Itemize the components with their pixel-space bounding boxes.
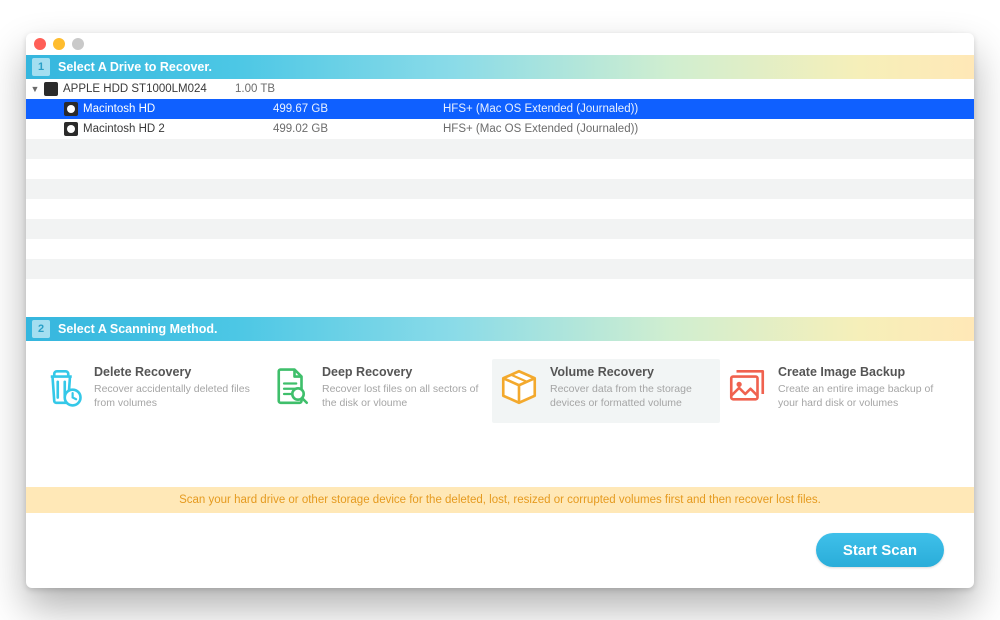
- method-desc: Recover lost files on all sectors of the…: [322, 382, 482, 410]
- volume-name: Macintosh HD 2: [83, 123, 273, 135]
- step-2-badge: 2: [32, 320, 50, 338]
- empty-row: [26, 279, 974, 299]
- empty-row: [26, 159, 974, 179]
- empty-row: [26, 259, 974, 279]
- footer: Start Scan: [26, 513, 974, 588]
- section2-title: Select A Scanning Method.: [58, 322, 218, 336]
- method-title: Deep Recovery: [322, 365, 482, 379]
- box-icon: [498, 366, 540, 408]
- step-1-badge: 1: [32, 58, 50, 76]
- hint-bar: Scan your hard drive or other storage de…: [26, 487, 974, 513]
- device-size: 1.00 TB: [235, 83, 405, 95]
- scan-methods: Delete Recovery Recover accidentally del…: [26, 341, 974, 433]
- empty-row: [26, 199, 974, 219]
- method-desc: Recover accidentally deleted files from …: [94, 382, 254, 410]
- empty-row: [26, 219, 974, 239]
- method-volume-recovery[interactable]: Volume Recovery Recover data from the st…: [492, 359, 720, 423]
- volume-size: 499.67 GB: [273, 103, 443, 115]
- volume-fs: HFS+ (Mac OS Extended (Journaled)): [443, 103, 974, 115]
- empty-row: [26, 239, 974, 259]
- method-title: Volume Recovery: [550, 365, 710, 379]
- method-title: Delete Recovery: [94, 365, 254, 379]
- device-name: APPLE HDD ST1000LM024: [63, 83, 235, 95]
- method-create-image-backup[interactable]: Create Image Backup Create an entire ima…: [720, 359, 948, 423]
- disclosure-triangle-icon[interactable]: ▼: [26, 84, 44, 94]
- document-search-icon: [270, 366, 312, 408]
- zoom-icon[interactable]: [72, 38, 84, 50]
- section1-title: Select A Drive to Recover.: [58, 60, 212, 74]
- method-deep-recovery[interactable]: Deep Recovery Recover lost files on all …: [264, 359, 492, 423]
- titlebar: [26, 33, 974, 55]
- device-row[interactable]: ▼ APPLE HDD ST1000LM024 1.00 TB: [26, 79, 974, 99]
- close-icon[interactable]: [34, 38, 46, 50]
- trash-clock-icon: [42, 366, 84, 408]
- hdd-icon: [44, 82, 58, 96]
- app-window: 1 Select A Drive to Recover. ▼ APPLE HDD…: [26, 33, 974, 588]
- empty-row: [26, 179, 974, 199]
- empty-row: [26, 139, 974, 159]
- start-scan-button[interactable]: Start Scan: [816, 533, 944, 567]
- volume-icon: [64, 102, 78, 116]
- volume-row-1[interactable]: Macintosh HD 499.67 GB HFS+ (Mac OS Exte…: [26, 99, 974, 119]
- minimize-icon[interactable]: [53, 38, 65, 50]
- volume-icon: [64, 122, 78, 136]
- method-desc: Create an entire image backup of your ha…: [778, 382, 938, 410]
- section1-header: 1 Select A Drive to Recover.: [26, 55, 974, 79]
- image-stack-icon: [726, 366, 768, 408]
- volume-name: Macintosh HD: [83, 103, 273, 115]
- method-delete-recovery[interactable]: Delete Recovery Recover accidentally del…: [36, 359, 264, 423]
- volume-fs: HFS+ (Mac OS Extended (Journaled)): [443, 123, 974, 135]
- method-title: Create Image Backup: [778, 365, 938, 379]
- section2-header: 2 Select A Scanning Method.: [26, 317, 974, 341]
- volume-size: 499.02 GB: [273, 123, 443, 135]
- volume-row-2[interactable]: Macintosh HD 2 499.02 GB HFS+ (Mac OS Ex…: [26, 119, 974, 139]
- hint-text: Scan your hard drive or other storage de…: [179, 494, 821, 506]
- drive-list: ▼ APPLE HDD ST1000LM024 1.00 TB Macintos…: [26, 79, 974, 317]
- method-desc: Recover data from the storage devices or…: [550, 382, 710, 410]
